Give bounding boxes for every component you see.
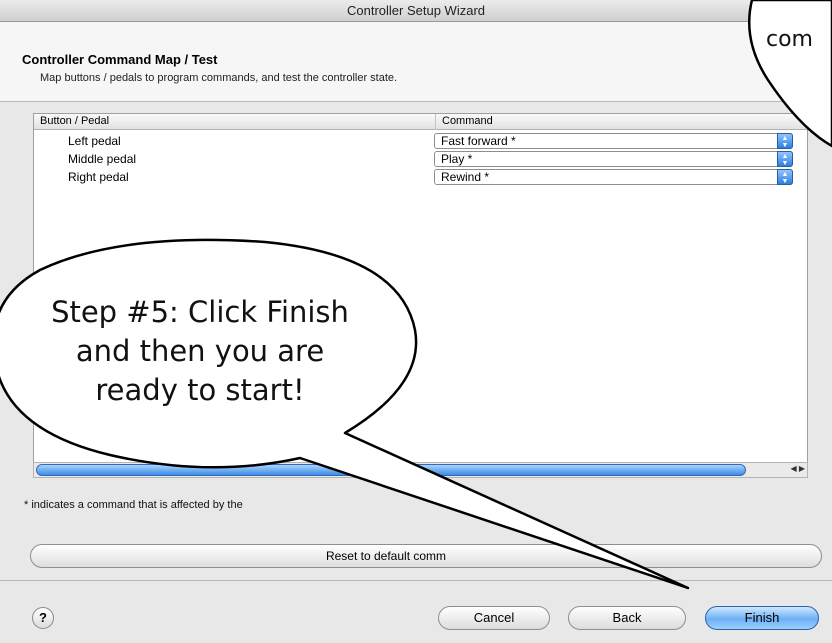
command-select[interactable]: Fast forward * ▲ ▼ [434, 133, 793, 149]
command-value: Fast forward * [441, 134, 516, 148]
column-header-button[interactable]: Button / Pedal [34, 114, 436, 130]
wizard-header: Controller Command Map / Test Map button… [0, 22, 832, 102]
scrollbar-thumb[interactable] [36, 464, 746, 476]
table-row[interactable]: Middle pedal Play * ▲ ▼ [34, 151, 807, 168]
divider [0, 580, 832, 581]
button-name: Middle pedal [68, 152, 137, 166]
page-subtitle: Map buttons / pedals to program commands… [40, 72, 398, 84]
command-value: Play * [441, 152, 473, 166]
command-map-table: Button / Pedal Command Left pedal Fast f… [33, 113, 808, 463]
horizontal-scrollbar[interactable]: ◀ ▶ [33, 462, 808, 478]
finish-button[interactable]: Finish [705, 606, 819, 630]
table-header: Button / Pedal Command [34, 114, 807, 130]
stepper-arrows-icon[interactable]: ▲ ▼ [777, 151, 793, 167]
table-row[interactable]: Right pedal Rewind * ▲ ▼ [34, 169, 807, 186]
stepper-arrows-icon[interactable]: ▲ ▼ [777, 169, 793, 185]
back-button[interactable]: Back [568, 606, 686, 630]
table-row[interactable]: Left pedal Fast forward * ▲ ▼ [34, 133, 807, 150]
reset-default-button[interactable]: Reset to default comm [30, 544, 822, 568]
button-name: Right pedal [68, 170, 129, 184]
command-value: Rewind * [441, 170, 490, 184]
footnote: * indicates a command that is affected b… [24, 499, 243, 511]
page-title: Controller Command Map / Test [22, 52, 218, 67]
command-select[interactable]: Play * ▲ ▼ [434, 151, 793, 167]
callout-text-partial: com [766, 27, 813, 52]
column-header-command[interactable]: Command [436, 114, 808, 130]
stepper-arrows-icon[interactable]: ▲ ▼ [777, 133, 793, 149]
cancel-button[interactable]: Cancel [438, 606, 550, 630]
help-icon[interactable]: ? [32, 607, 54, 629]
scroll-arrows-icon[interactable]: ◀ ▶ [790, 464, 805, 473]
window-title: Controller Setup Wizard [0, 0, 832, 22]
callout-text-main: Step #5: Click Finish and then you are r… [51, 295, 349, 407]
command-select[interactable]: Rewind * ▲ ▼ [434, 169, 793, 185]
button-name: Left pedal [68, 134, 121, 148]
